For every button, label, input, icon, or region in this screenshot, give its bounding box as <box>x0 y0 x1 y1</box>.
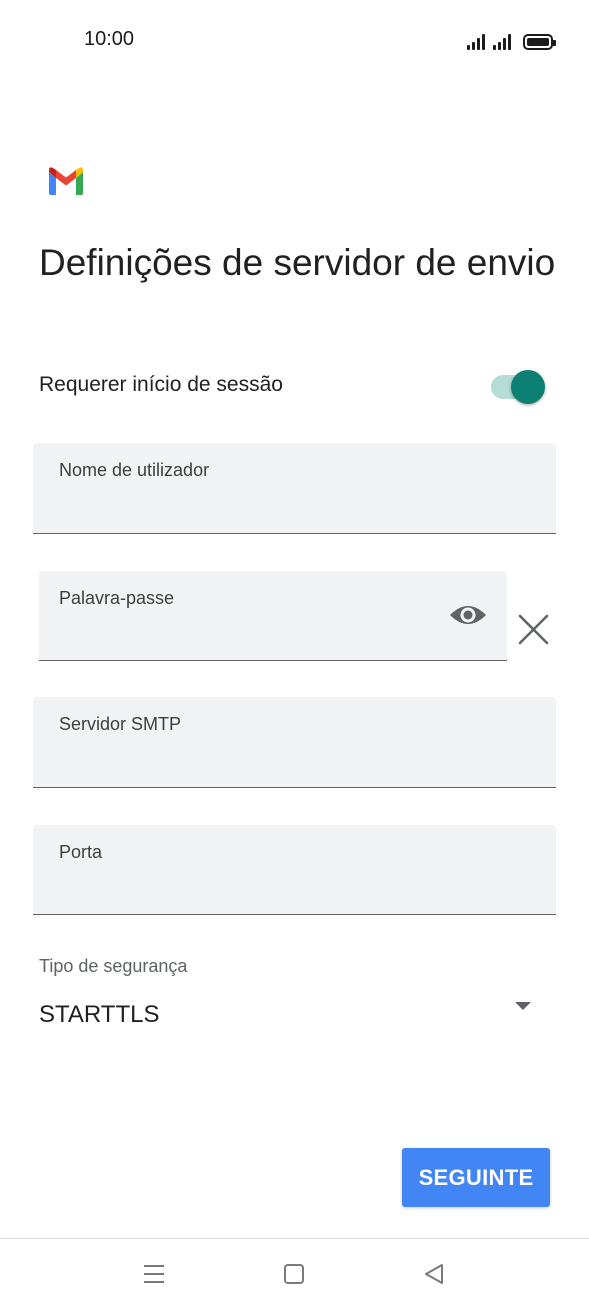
password-label: Palavra-passe <box>59 588 175 608</box>
require-login-toggle[interactable] <box>491 370 547 404</box>
smtp-server-input[interactable] <box>59 749 530 777</box>
back-icon[interactable] <box>421 1261 447 1287</box>
status-bar: 10:00 <box>0 0 589 80</box>
port-input[interactable] <box>59 876 530 904</box>
menu-icon[interactable] <box>141 1261 167 1287</box>
eye-icon[interactable] <box>449 601 487 629</box>
battery-icon <box>523 34 556 50</box>
screen: 10:00 Definições de servidor de envio Re… <box>0 0 589 1309</box>
port-field[interactable]: Porta <box>33 825 556 915</box>
navigation-bar <box>0 1238 589 1309</box>
page-title: Definições de servidor de envio <box>39 242 556 283</box>
require-login-label: Requerer início de sessão <box>39 373 283 396</box>
security-type-label: Tipo de segurança <box>39 956 188 976</box>
username-label: Nome de utilizador <box>59 460 210 480</box>
next-button[interactable]: SEGUINTE <box>402 1148 550 1207</box>
signal-icon <box>493 34 511 50</box>
password-field[interactable]: Palavra-passe <box>39 571 507 661</box>
gmail-logo <box>49 167 83 195</box>
password-input[interactable] <box>59 622 475 650</box>
security-type-value: STARTTLS <box>39 1001 160 1028</box>
smtp-server-label: Servidor SMTP <box>59 714 182 734</box>
username-input[interactable] <box>59 495 530 523</box>
signal-icon <box>467 34 485 50</box>
username-field[interactable]: Nome de utilizador <box>33 443 556 534</box>
close-icon[interactable] <box>518 614 549 645</box>
status-time: 10:00 <box>84 28 135 50</box>
dropdown-arrow-icon <box>515 1002 531 1010</box>
smtp-server-field[interactable]: Servidor SMTP <box>33 697 556 788</box>
security-type-select[interactable]: STARTTLS <box>39 995 539 1039</box>
port-label: Porta <box>59 842 103 862</box>
toggle-thumb <box>511 370 545 404</box>
status-icons <box>467 28 556 50</box>
home-icon[interactable] <box>281 1261 307 1287</box>
